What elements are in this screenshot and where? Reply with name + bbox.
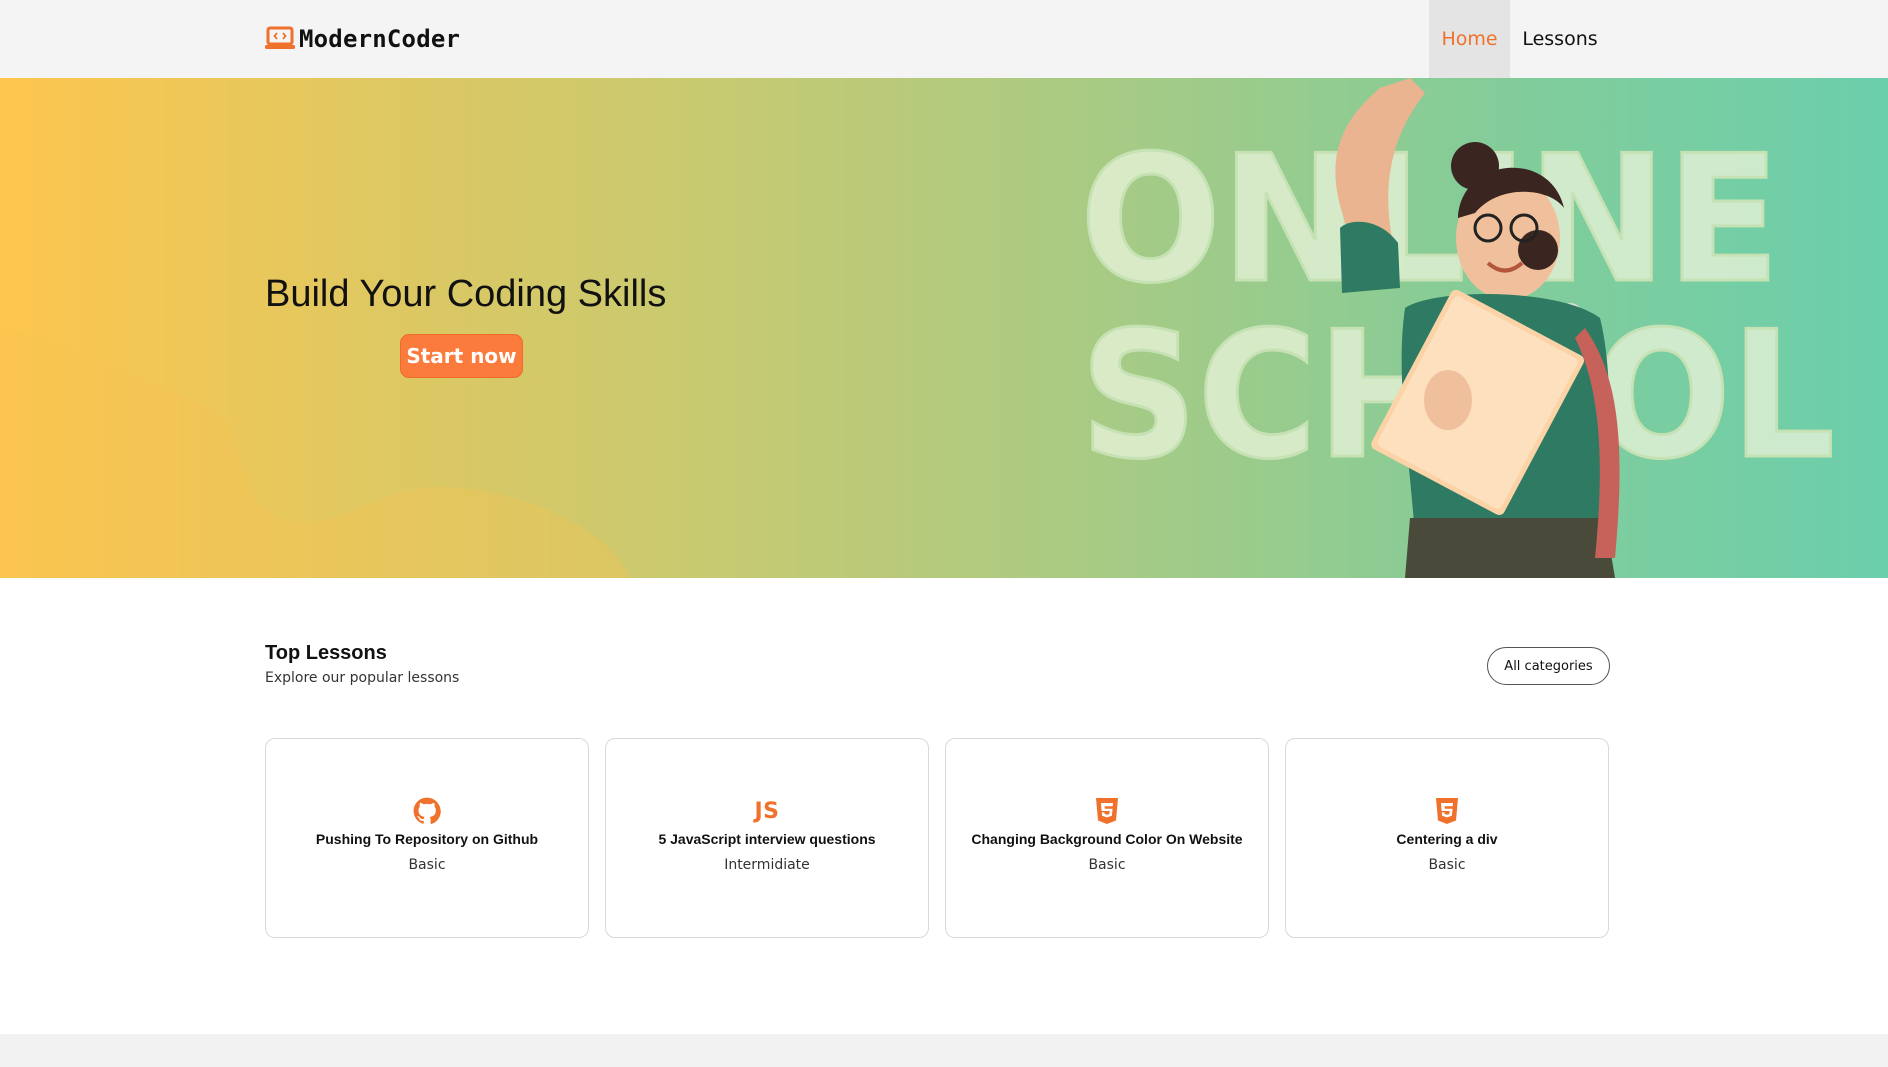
hero-title: Build Your Coding Skills [265,273,667,315]
hero-art-word-online: ONLINE [1080,119,1780,322]
nav-lessons[interactable]: Lessons [1510,0,1610,78]
lesson-card[interactable]: Centering a div Basic [1285,738,1609,938]
section-title: Top Lessons [265,642,387,664]
lesson-card-title: Changing Background Color On Website [971,831,1243,847]
lesson-card-level: Basic [1428,857,1466,873]
lesson-card-level: Intermidiate [724,857,810,873]
start-now-button[interactable]: Start now [400,334,523,378]
laptop-code-icon [265,26,295,49]
section-subtitle: Explore our popular lessons [265,670,460,686]
hero-blob-decoration [0,328,630,578]
javascript-icon: JS [753,797,781,825]
lesson-card[interactable]: Changing Background Color On Website Bas… [945,738,1269,938]
lesson-card[interactable]: JS 5 JavaScript interview questions Inte… [605,738,929,938]
main-nav: Home Lessons [1429,0,1610,78]
hero-illustration: ONLINE SCHOOL [1080,78,1837,578]
css3-icon [1433,797,1461,825]
lesson-card-title: Pushing To Repository on Github [315,831,539,847]
hero-banner: Build Your Coding Skills Start now ONLIN… [0,78,1888,578]
lesson-card[interactable]: Pushing To Repository on Github Basic [265,738,589,938]
lesson-card-title: Centering a div [1396,831,1498,847]
page-footer [0,1034,1888,1067]
top-navbar: ModernCoder Home Lessons [0,0,1888,78]
brand-name: ModernCoder [299,25,461,53]
lesson-card-level: Basic [1088,857,1126,873]
github-icon [413,797,441,825]
lesson-card-level: Basic [408,857,446,873]
lesson-card-title: 5 JavaScript interview questions [658,831,876,847]
javascript-icon-text: JS [754,798,780,824]
css3-icon [1093,797,1121,825]
nav-home[interactable]: Home [1429,0,1510,78]
all-categories-button[interactable]: All categories [1487,647,1610,685]
lesson-cards: Pushing To Repository on Github Basic JS… [265,738,1609,938]
brand-link[interactable]: ModernCoder [265,22,460,56]
